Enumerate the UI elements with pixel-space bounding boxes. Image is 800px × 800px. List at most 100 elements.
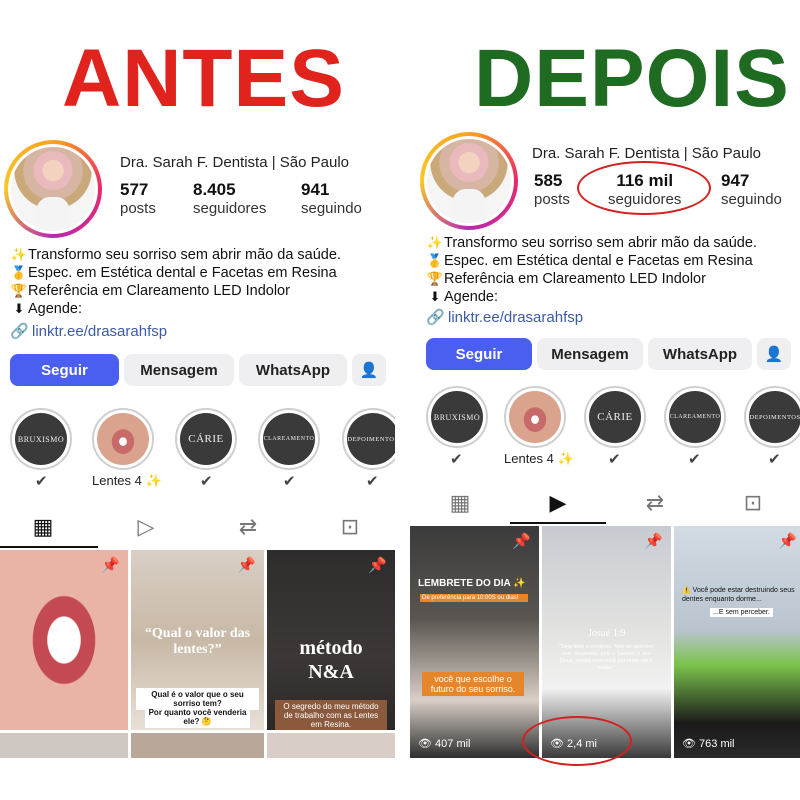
stat-followers[interactable]: 8.405 seguidores (193, 180, 266, 217)
trophy-icon: 🏆 (10, 283, 28, 298)
grid-tab-icon[interactable]: ▦ (440, 490, 480, 516)
posts-label: posts (534, 191, 570, 208)
reposts-tab-icon[interactable]: ⇄ (228, 514, 268, 540)
add-person-icon[interactable]: 👤 (757, 338, 791, 370)
medal-icon: 🥇 (426, 253, 444, 268)
trophy-icon: 🏆 (426, 271, 444, 286)
highlight-title: CLAREAMENTO (263, 413, 315, 465)
profile-name: Dra. Sarah F. Dentista | São Paulo (120, 154, 350, 171)
title-antes: ANTES (62, 33, 345, 124)
bio-line: 🥇Espec. em Estética dental e Facetas em … (10, 264, 337, 282)
highlight-depoimentos[interactable]: DEPOIMENTOS (342, 408, 395, 473)
reel-caption: "Seja forte e corajoso. Não se apavore n… (558, 644, 654, 671)
profile-photo (427, 139, 511, 223)
views-text: 407 mil (435, 738, 471, 750)
reel-destruindo-dentes[interactable]: 📌 ⚠️ Você pode estar destruindo seus den… (674, 526, 800, 758)
views-highlight-circle (522, 716, 632, 766)
medal-icon: 🥇 (10, 265, 28, 280)
message-button[interactable]: Mensagem (537, 338, 643, 370)
down-arrow-icon: ⬇ (429, 289, 441, 304)
tagged-tab-icon[interactable]: ⊡ (330, 514, 370, 540)
highlight-title: BRUXISMO (15, 413, 67, 465)
post-teeth[interactable]: 📌 (0, 550, 128, 730)
whatsapp-button[interactable]: WhatsApp (648, 338, 752, 370)
bio-link[interactable]: 🔗 linktr.ee/drasarahfsp (10, 322, 167, 340)
post-partial[interactable] (131, 733, 264, 758)
stat-posts[interactable]: 585 posts (534, 171, 570, 208)
highlight-photo (509, 391, 561, 443)
views-count: 👁 763 mil (682, 737, 735, 750)
active-tab-indicator (0, 546, 98, 548)
check-icon: ✔ (283, 473, 296, 490)
reel-title: ⚠️ Você pode estar destruindo seus dente… (682, 587, 795, 603)
eye-icon: 👁 (682, 738, 696, 750)
reels-tab-icon[interactable]: ▶ (538, 490, 578, 516)
highlight-depoimentos[interactable]: DEPOIMENTOS (744, 386, 800, 451)
link-icon: 🔗 (10, 323, 29, 340)
following-count: 941 (301, 180, 330, 199)
followers-highlight-circle (577, 161, 711, 215)
highlight-title: CLAREAMENTO (669, 391, 721, 443)
highlight-bruxismo[interactable]: BRUXISMO (426, 386, 488, 451)
views-count: 👁 407 mil (418, 737, 471, 750)
bio-text: Agende: (444, 289, 499, 305)
highlight-bruxismo[interactable]: BRUXISMO (10, 408, 72, 473)
grid-tab-icon[interactable]: ▦ (23, 514, 63, 540)
bio-link[interactable]: 🔗 linktr.ee/drasarahfsp (426, 308, 583, 326)
link-icon: 🔗 (426, 309, 445, 326)
highlight-title: DEPOIMENTOS (749, 391, 800, 443)
pin-icon: 📌 (368, 557, 387, 574)
post-partial[interactable] (267, 733, 395, 758)
highlight-title: BRUXISMO (431, 391, 483, 443)
followers-label: seguidores (193, 200, 267, 217)
reel-lembrete-do-dia[interactable]: 📌 LEMBRETE DO DIA ✨ De preferência para … (410, 526, 539, 758)
pin-icon: 📌 (512, 533, 531, 550)
follow-button[interactable]: Seguir (426, 338, 532, 370)
pin-icon: 📌 (644, 533, 663, 550)
stat-following[interactable]: 947 seguindo (721, 171, 782, 208)
eye-icon: 👁 (418, 738, 432, 750)
stat-following[interactable]: 941 seguindo (301, 180, 362, 217)
highlight-clareamento[interactable]: CLAREAMENTO (664, 386, 726, 451)
bio-text: Espec. em Estética dental e Facetas em R… (444, 253, 753, 269)
bio-line: ⬇ Agende: (426, 288, 498, 306)
down-arrow-icon: ⬇ (13, 301, 25, 316)
reposts-tab-icon[interactable]: ⇄ (635, 490, 675, 516)
highlight-title: CÁRIE (589, 391, 641, 443)
post-metodo-na[interactable]: 📌 método N&A O segredo do meu método de … (267, 550, 395, 730)
message-button[interactable]: Mensagem (124, 354, 234, 386)
avatar[interactable] (4, 140, 102, 238)
profile-name: Dra. Sarah F. Dentista | São Paulo (532, 145, 762, 162)
title-depois: DEPOIS (474, 33, 790, 124)
bio-line: 🏆Referência em Clareamento LED Indolor (426, 270, 706, 288)
reel-caption: você que escolhe o futuro do seu sorriso… (422, 672, 524, 696)
sparkles-icon: ✨ (10, 247, 28, 262)
reels-tab-icon[interactable]: ▷ (126, 514, 166, 540)
highlight-carie[interactable]: CÁRIE (175, 408, 237, 473)
post-qual-o-valor[interactable]: 📌 “Qual o valor das lentes?” Qual é o va… (131, 550, 264, 730)
following-count: 947 (721, 171, 750, 190)
following-label: seguindo (301, 200, 362, 217)
highlight-clareamento[interactable]: CLAREAMENTO (258, 408, 320, 473)
following-label: seguindo (721, 191, 782, 208)
highlight-lentes[interactable]: Lentes 4 ✨ (504, 386, 574, 467)
bio-text: Agende: (28, 301, 83, 317)
reel-title: Josué 1:9 (588, 628, 626, 639)
follow-button[interactable]: Seguir (10, 354, 119, 386)
avatar[interactable] (420, 132, 518, 230)
link-text: linktr.ee/drasarahfsp (448, 309, 584, 326)
whatsapp-button[interactable]: WhatsApp (239, 354, 347, 386)
post-partial[interactable] (0, 733, 128, 758)
pin-icon: 📌 (101, 557, 120, 574)
stat-posts[interactable]: 577 posts (120, 180, 156, 217)
highlight-carie[interactable]: CÁRIE (584, 386, 646, 451)
highlight-lentes[interactable]: Lentes 4 ✨ (92, 408, 162, 489)
tagged-tab-icon[interactable]: ⊡ (733, 490, 773, 516)
bio-text: Transformo seu sorriso sem abrir mão da … (444, 235, 757, 251)
reel-subtitle: ...E sem perceber. (710, 608, 773, 617)
add-person-icon[interactable]: 👤 (352, 354, 386, 386)
active-tab-indicator (510, 522, 606, 524)
bio-text: Referência em Clareamento LED Indolor (444, 271, 706, 287)
bio-line: ✨Transformo seu sorriso sem abrir mão da… (426, 234, 757, 252)
profile-photo (11, 147, 95, 231)
